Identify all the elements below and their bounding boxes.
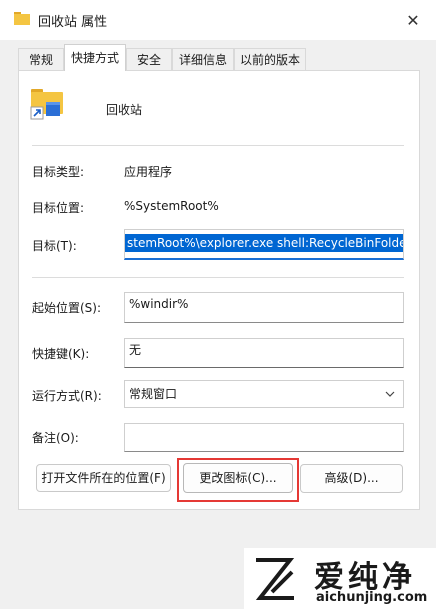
close-icon: ✕ [406, 11, 420, 30]
open-file-location-label: 打开文件所在的位置(F) [41, 471, 166, 485]
tab-shortcut-label: 快捷方式 [70, 51, 119, 65]
divider [32, 277, 404, 278]
shortcut-name: 回收站 [106, 103, 143, 117]
comment-input[interactable] [124, 423, 404, 452]
shortcut-key-label: 快捷键(K): [32, 347, 90, 361]
brand-logo-icon [255, 558, 295, 600]
target-location-label: 目标位置: [32, 201, 85, 215]
start-in-input[interactable]: %windir% [124, 292, 404, 323]
tab-previous-versions-label: 以前的版本 [239, 53, 300, 67]
target-type-value: 应用程序 [124, 165, 173, 179]
target-type-label: 目标类型: [32, 165, 85, 179]
title-bar: 回收站 属性 ✕ [0, 0, 436, 40]
target-input-value: stemRoot%\explorer.exe shell:RecycleBinF… [125, 234, 403, 252]
recycle-bin-shortcut-icon [30, 89, 63, 120]
tab-previous-versions[interactable]: 以前的版本 [234, 48, 306, 70]
folder-icon [14, 12, 30, 25]
target-label: 目标(T): [32, 239, 77, 253]
watermark: 爱纯净 aichunjing.com [244, 548, 436, 609]
chevron-down-icon [385, 391, 395, 397]
shortcut-key-input[interactable]: 无 [124, 338, 404, 368]
shortcut-key-value: 无 [129, 343, 142, 357]
run-select-value: 常规窗口 [129, 387, 178, 401]
run-label: 运行方式(R): [32, 389, 102, 403]
advanced-label: 高级(D)... [324, 471, 379, 485]
watermark-url: aichunjing.com [316, 590, 428, 605]
tab-security-label: 安全 [136, 53, 161, 67]
target-location-value: %SystemRoot% [124, 199, 219, 213]
tab-general-label: 常规 [28, 53, 53, 67]
annotation-highlight [177, 458, 299, 502]
window-title: 回收站 属性 [38, 15, 108, 30]
tab-general[interactable]: 常规 [18, 48, 64, 70]
divider [32, 145, 404, 146]
comment-label: 备注(O): [32, 431, 79, 445]
run-select[interactable]: 常规窗口 [124, 380, 404, 408]
close-button[interactable]: ✕ [400, 8, 426, 34]
open-file-location-button[interactable]: 打开文件所在的位置(F) [36, 464, 171, 492]
tab-details[interactable]: 详细信息 [172, 48, 234, 70]
tab-details-label: 详细信息 [178, 53, 227, 67]
advanced-button[interactable]: 高级(D)... [300, 464, 403, 493]
start-in-label: 起始位置(S): [32, 301, 102, 315]
tab-security[interactable]: 安全 [126, 48, 172, 70]
target-input[interactable]: stemRoot%\explorer.exe shell:RecycleBinF… [124, 229, 404, 260]
start-in-value: %windir% [129, 297, 189, 311]
tab-shortcut[interactable]: 快捷方式 [64, 44, 126, 71]
